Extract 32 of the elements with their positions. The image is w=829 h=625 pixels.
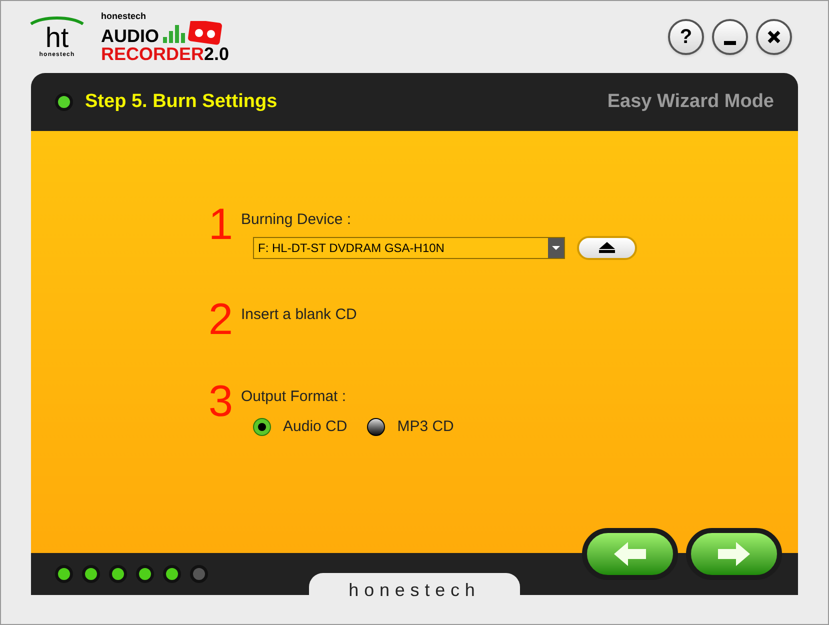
product-version: 2.0 (204, 44, 230, 62)
step-label: Burning Device : (241, 210, 352, 230)
help-button[interactable]: ? (668, 19, 704, 55)
next-button[interactable] (686, 528, 782, 580)
minimize-icon (724, 41, 736, 45)
format-radio[interactable]: Audio CD (253, 416, 348, 438)
step-number: 1 (208, 203, 233, 247)
back-button[interactable] (582, 528, 678, 580)
product-name-bottom: RECORDER (101, 44, 204, 62)
eject-icon (599, 242, 615, 253)
eject-button[interactable] (577, 236, 637, 260)
dropdown-caret-icon (548, 238, 564, 258)
product-name-top: AUDIO (101, 26, 159, 44)
equalizer-cassette-icon (163, 20, 223, 44)
device-value: F: HL-DT-ST DVDRAM GSA-H10N (257, 240, 446, 256)
device-dropdown[interactable]: F: HL-DT-ST DVDRAM GSA-H10N (253, 236, 565, 258)
right-arrow-icon (716, 541, 752, 567)
mode-label: Easy Wizard Mode (607, 90, 774, 114)
close-button[interactable] (756, 19, 792, 55)
step-title: Step 5. Burn Settings (85, 90, 278, 114)
step-label: Insert a blank CD (241, 304, 357, 324)
format-radio[interactable]: MP3 CD (367, 416, 454, 438)
step-number: 2 (208, 298, 233, 342)
brand-text: honestech (101, 12, 148, 20)
minimize-button[interactable] (712, 19, 748, 55)
close-icon (767, 30, 781, 44)
step-label: Output Format : (241, 386, 348, 406)
status-light-icon (55, 93, 73, 111)
logo-mark: ht (45, 24, 69, 50)
left-arrow-icon (612, 541, 648, 567)
logo-arc-icon (29, 14, 85, 24)
step-number: 3 (208, 380, 233, 424)
